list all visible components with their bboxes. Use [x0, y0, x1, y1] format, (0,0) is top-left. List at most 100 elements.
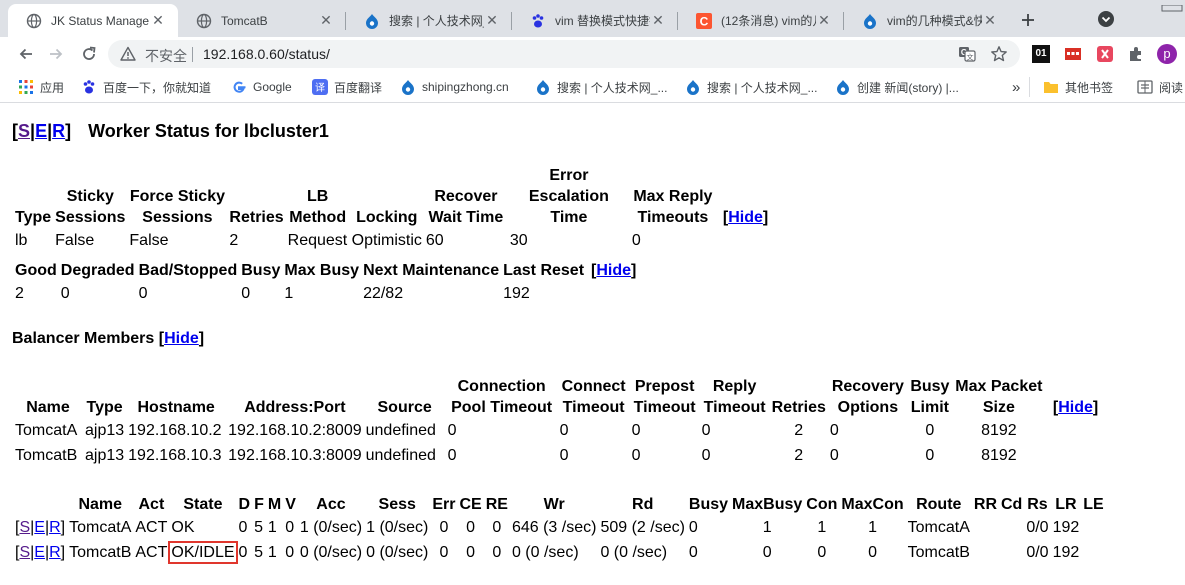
extensions-button[interactable]	[1126, 44, 1146, 64]
table-cell: 0 (0/sec)	[366, 544, 429, 561]
apps-grid-icon	[18, 79, 34, 95]
table-row: [S|E|R] TomcatA ACT OK 0 5 1 0 1 (0/sec)…	[14, 515, 1105, 540]
reset-link[interactable]: R	[52, 121, 65, 141]
table-cell: undefined	[365, 422, 436, 439]
reset-link[interactable]: R	[49, 519, 61, 536]
extension-pink-button[interactable]	[1095, 44, 1115, 64]
extension-red-button[interactable]	[1063, 44, 1083, 64]
table-cell: 1	[868, 519, 877, 536]
col-header: Recover Wait Time	[428, 188, 504, 226]
show-link[interactable]: S	[18, 121, 30, 141]
tab-search-1[interactable]: 搜索 | 个人技术网_ ✕	[346, 4, 512, 37]
table-cell: 1 (0/sec)	[366, 519, 429, 536]
close-icon[interactable]: ✕	[484, 12, 500, 29]
bookmark-search-2[interactable]: 搜索 | 个人技术网_...	[685, 79, 817, 95]
close-icon[interactable]: ✕	[816, 12, 832, 29]
bracket: ]	[60, 544, 66, 561]
close-icon[interactable]: ✕	[650, 12, 666, 29]
show-link[interactable]: S	[19, 519, 30, 536]
worker-actions: [S|E|R]	[12, 121, 71, 141]
tab-vim-modes[interactable]: vim的几种模式&快 ✕	[844, 4, 1010, 37]
tab-tomcatb[interactable]: TomcatB ✕	[178, 4, 346, 37]
bookmark-google[interactable]: Google	[231, 79, 292, 95]
table-cell: 0/0	[1026, 519, 1049, 536]
table-cell: TomcatB	[907, 544, 970, 561]
col-header: V	[285, 496, 296, 513]
window-control[interactable]	[1158, 0, 1185, 12]
table-row: TomcatB ajp13 192.168.10.3 192.168.10.3:…	[14, 443, 1099, 468]
table-cell: 0	[631, 422, 641, 439]
status-cell: OK	[171, 519, 195, 536]
translate-icon[interactable]: G文	[958, 45, 976, 63]
star-icon[interactable]	[990, 45, 1008, 63]
worker-title: Worker Status for lbcluster1	[88, 121, 329, 141]
table-cell: 2	[794, 422, 804, 439]
col-header: Con	[806, 496, 838, 513]
col-header: Bad/Stopped	[138, 262, 238, 279]
table-cell: Request	[287, 232, 348, 249]
bookmark-create-story[interactable]: 创建 新闻(story) |...	[835, 79, 959, 95]
address-bar[interactable]: 不安全 192.168.0.60/status/ G文	[108, 40, 1020, 68]
close-icon[interactable]: ✕	[982, 12, 998, 29]
bookmark-apps[interactable]: 应用	[18, 79, 64, 95]
col-header: Address:Port	[244, 399, 346, 416]
tab-search-button[interactable]	[1096, 9, 1116, 29]
bookmark-baidu[interactable]: 百度一下，你就知道	[81, 79, 211, 95]
bookmark-shipingzhong[interactable]: shipingzhong.cn	[400, 79, 509, 95]
edit-link[interactable]: E	[34, 519, 45, 536]
translate-icon: 译	[312, 79, 328, 95]
bracket: ]	[65, 121, 72, 141]
edit-link[interactable]: E	[34, 544, 45, 561]
folder-icon	[1043, 79, 1059, 95]
col-header: Name	[78, 496, 123, 513]
reload-button[interactable]	[77, 42, 101, 66]
show-link[interactable]: S	[19, 544, 30, 561]
edit-link[interactable]: E	[35, 121, 47, 141]
new-tab-button[interactable]	[1016, 8, 1040, 32]
browser-toolbar: 不安全 192.168.0.60/status/ G文 01 p	[0, 37, 1185, 71]
tab-title: vim的几种模式&快	[887, 14, 982, 28]
table-row: lb False False 2 Request Optimistic 60 3…	[14, 228, 769, 253]
other-bookmarks[interactable]: 其他书签	[1043, 79, 1113, 95]
col-header: M	[267, 496, 282, 513]
col-header: F	[254, 496, 264, 513]
hide-link[interactable]: Hide	[728, 209, 763, 226]
reset-link[interactable]: R	[49, 544, 61, 561]
globe-icon	[196, 13, 212, 29]
security-label[interactable]: 不安全	[145, 46, 187, 66]
reading-list[interactable]: 阅读	[1137, 79, 1183, 95]
hide-link[interactable]: Hide	[164, 330, 199, 347]
hide-link[interactable]: Hide	[596, 262, 631, 279]
tab-jk-status[interactable]: JK Status Manage ✕	[8, 4, 178, 37]
table-cell: False	[55, 232, 95, 249]
close-icon[interactable]: ✕	[150, 12, 166, 29]
col-header: Sess	[378, 496, 416, 513]
table-cell: 0	[492, 519, 502, 536]
col-header: Max Packet Size	[955, 378, 1043, 416]
bookmark-fanyi[interactable]: 译 百度翻译	[312, 79, 382, 95]
warning-icon[interactable]	[120, 46, 136, 67]
bookmark-label: 搜索 | 个人技术网_...	[557, 80, 668, 95]
close-icon[interactable]: ✕	[318, 12, 334, 29]
back-button[interactable]	[14, 42, 38, 66]
tab-vim-replace[interactable]: vim 替换模式快捷键 ✕	[512, 4, 678, 37]
table-cell: 0	[285, 544, 295, 561]
col-header: Error Escalation Time	[528, 167, 609, 226]
col-header: Max Reply Timeouts	[633, 188, 713, 226]
drupal-icon	[364, 13, 380, 29]
forward-button[interactable]	[44, 42, 68, 66]
bookmark-search-1[interactable]: 搜索 | 个人技术网_...	[535, 79, 667, 95]
tab-title: vim 替换模式快捷键	[555, 14, 650, 28]
table-cell: TomcatB	[15, 447, 78, 464]
table-cell: 1	[267, 519, 277, 536]
table-cell: 509 (2 /sec)	[600, 519, 685, 536]
url-text[interactable]: 192.168.0.60/status/	[203, 46, 330, 62]
bookmarks-overflow-button[interactable]: »	[1012, 79, 1020, 96]
extension-01-button[interactable]: 01	[1031, 44, 1051, 64]
table-cell: 0	[492, 544, 502, 561]
table-cell: 2	[229, 232, 239, 249]
tab-csdn[interactable]: C (12条消息) vim的几 ✕	[678, 4, 844, 37]
hide-link[interactable]: Hide	[1058, 399, 1093, 416]
col-header: LR	[1055, 496, 1077, 513]
profile-avatar[interactable]: p	[1157, 44, 1177, 64]
